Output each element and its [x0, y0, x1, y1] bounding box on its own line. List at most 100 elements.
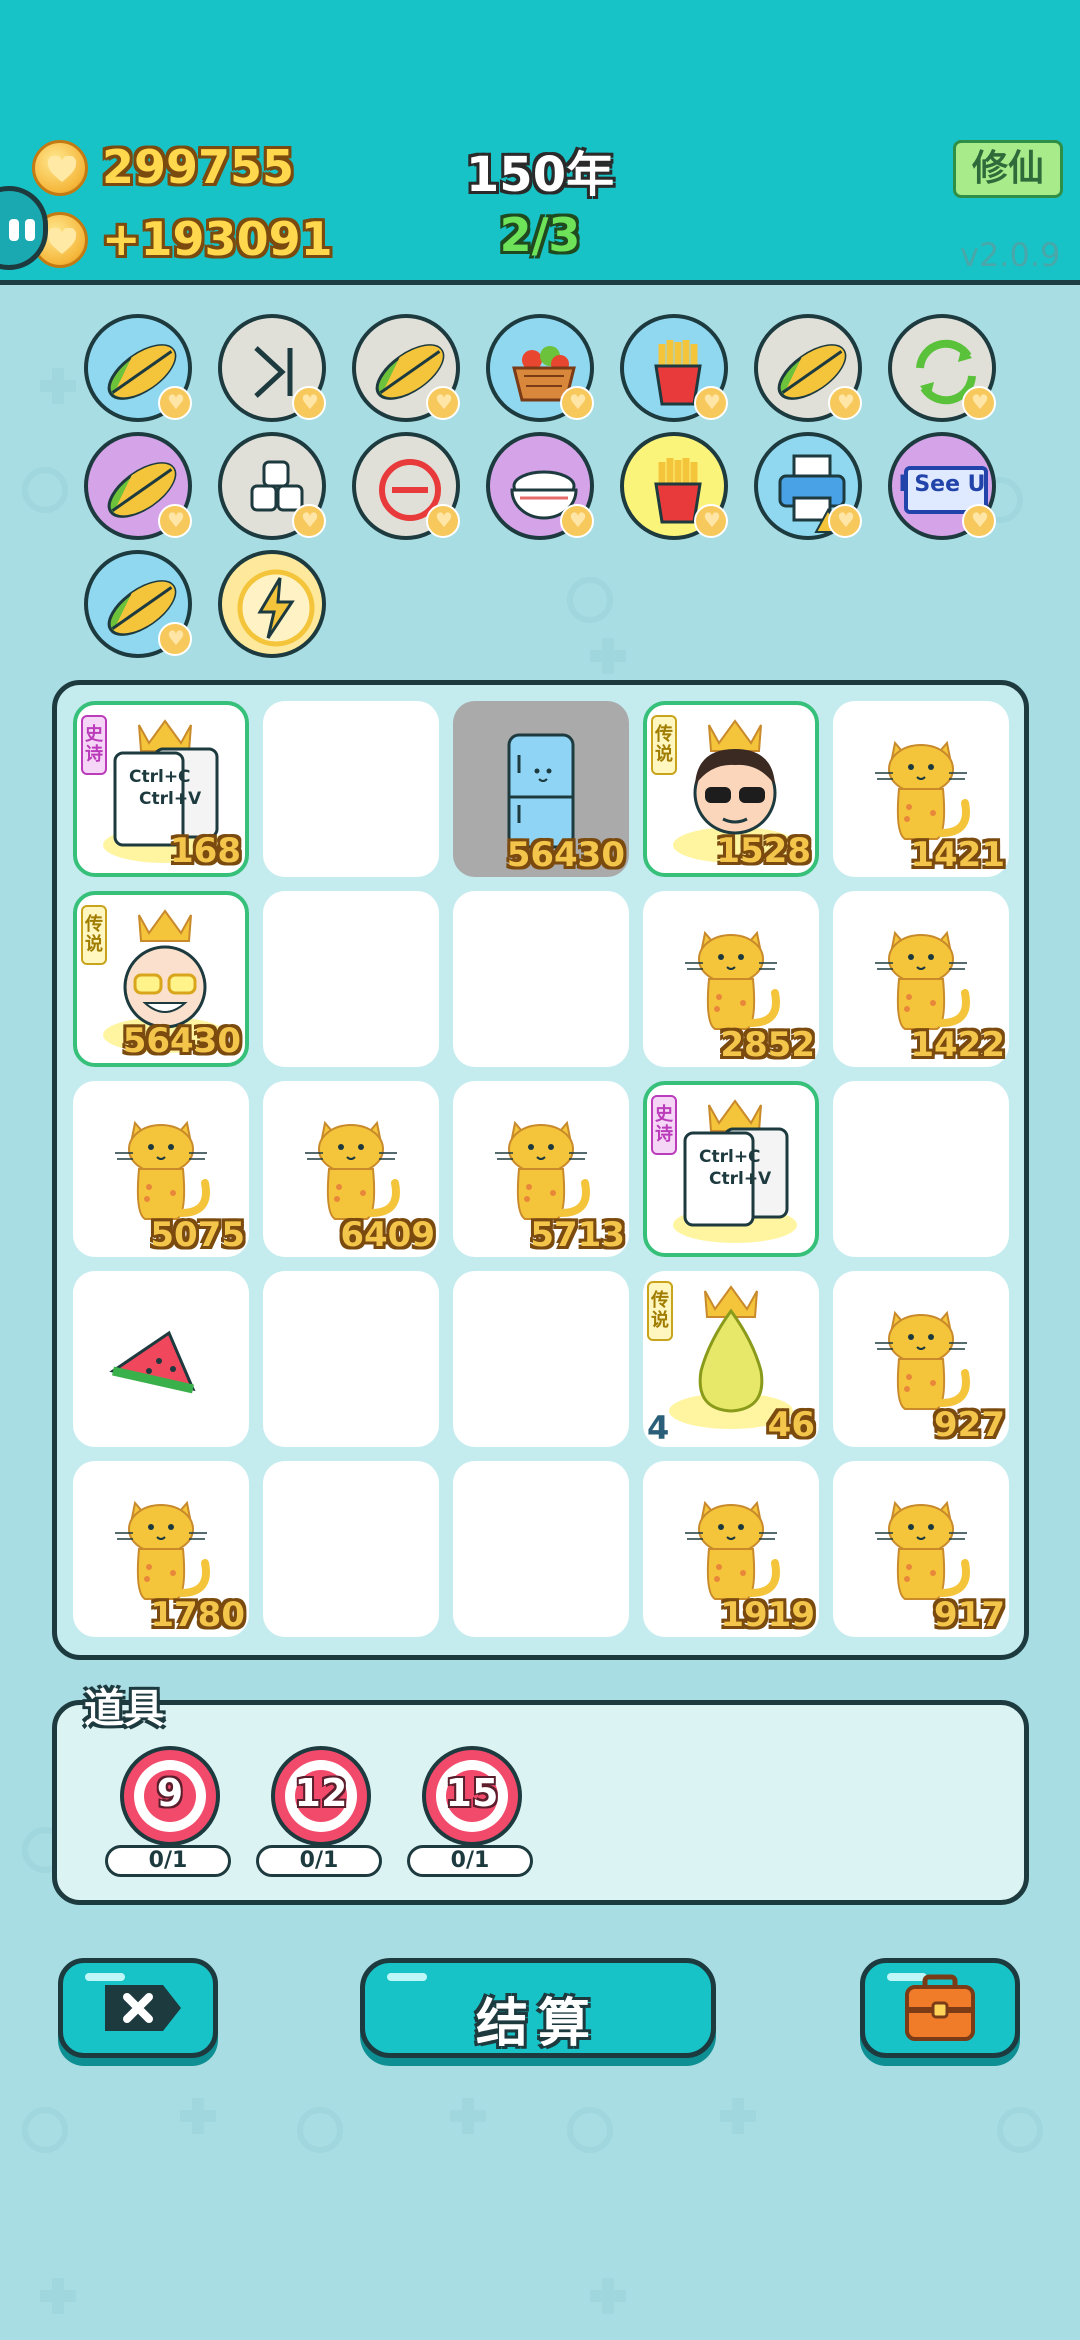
props-title: 道具: [84, 1686, 164, 1732]
relic-rice-bowl-icon[interactable]: [486, 432, 594, 540]
slot-grandpa[interactable]: 传说 56430: [73, 891, 249, 1067]
slot-value: 1421: [910, 835, 1005, 875]
xiuxian-button[interactable]: 修仙: [953, 140, 1063, 198]
rarity-tag: 传说: [647, 1281, 673, 1341]
stage-counter: 2/3: [499, 208, 581, 262]
slot-boss-sunglasses[interactable]: 传说 1528: [643, 701, 819, 877]
heart-badge-icon: [292, 504, 326, 538]
empty-slot[interactable]: [453, 1271, 629, 1447]
prop-item[interactable]: 15 0/1: [407, 1745, 537, 1885]
empty-slot[interactable]: [453, 1461, 629, 1637]
relic-leaf-icon[interactable]: [84, 314, 192, 422]
slot-count: 4: [647, 1409, 670, 1447]
slot-cat[interactable]: 1422: [833, 891, 1009, 1067]
coins-total: 299755: [102, 140, 295, 194]
slot-cat[interactable]: 1919: [643, 1461, 819, 1637]
slot-value: 1780: [150, 1595, 245, 1635]
relic-french-fries-icon[interactable]: [620, 314, 728, 422]
slot-value: 56430: [506, 835, 625, 875]
coin-icon: [32, 140, 88, 196]
heart-badge-icon: [962, 504, 996, 538]
heart-badge-icon: [560, 504, 594, 538]
relic-skip-forward-icon[interactable]: [218, 314, 326, 422]
rarity-tag: 传说: [81, 905, 107, 965]
empty-slot[interactable]: [453, 891, 629, 1067]
watermelon-icon: [109, 1330, 196, 1394]
heart-badge-icon: [560, 386, 594, 420]
relic-leaf-icon[interactable]: [352, 314, 460, 422]
slot-value: 917: [934, 1595, 1005, 1635]
heart-badge-icon: [694, 386, 728, 420]
inventory-button[interactable]: [860, 1958, 1020, 2058]
empty-slot[interactable]: [263, 891, 439, 1067]
slot-cat[interactable]: 5713: [453, 1081, 629, 1257]
empty-slot[interactable]: [263, 1461, 439, 1637]
relic-lightning-icon[interactable]: [218, 550, 326, 658]
settle-label: 结算: [475, 1994, 600, 2054]
relic-refresh-icon[interactable]: [888, 314, 996, 422]
slot-value: 1422: [910, 1025, 1005, 1065]
slot-value: 168: [170, 831, 241, 871]
heart-badge-icon: [426, 504, 460, 538]
rarity-tag: 史诗: [81, 715, 107, 775]
slot-value: 1919: [720, 1595, 815, 1635]
rarity-tag: 史诗: [651, 1095, 677, 1155]
slot-value: 2852: [720, 1025, 815, 1065]
relic-minus-circle-icon[interactable]: [352, 432, 460, 540]
copy-text: Ctrl+C: [129, 767, 191, 787]
slot-copy-paste[interactable]: Ctrl+C Ctrl+V 史诗: [643, 1081, 819, 1257]
exit-button[interactable]: [58, 1958, 218, 2058]
heart-badge-icon: [828, 386, 862, 420]
relic-leaf-icon[interactable]: [84, 432, 192, 540]
empty-slot[interactable]: [833, 1081, 1009, 1257]
top-bar: 299755 +193091 150年 2/3 修仙 v2.0.9: [0, 0, 1080, 285]
slot-value: 6409: [340, 1215, 435, 1255]
slot-cat[interactable]: 1421: [833, 701, 1009, 877]
relic-sugar-cubes-icon[interactable]: [218, 432, 326, 540]
heart-badge-icon: [962, 386, 996, 420]
heart-badge-icon: [158, 504, 192, 538]
settle-button[interactable]: 结算: [360, 1958, 716, 2058]
heart-badge-icon: [828, 504, 862, 538]
prop-number: 12: [294, 1771, 348, 1815]
prop-item[interactable]: 12 0/1: [256, 1745, 386, 1885]
paste-text: Ctrl+V: [139, 789, 202, 809]
relic-fruit-basket-icon[interactable]: [486, 314, 594, 422]
paste-text: Ctrl+V: [709, 1169, 772, 1189]
slot-value: 46: [767, 1405, 815, 1445]
copy-text: Ctrl+C: [699, 1147, 761, 1167]
close-tag-icon: [105, 1985, 181, 2031]
prop-count: 0/1: [256, 1845, 382, 1877]
lightning-icon: [237, 569, 315, 647]
slot-copy-paste[interactable]: Ctrl+C Ctrl+V 史诗 168: [73, 701, 249, 877]
prop-item[interactable]: 9 0/1: [105, 1745, 235, 1885]
slot-watermelon[interactable]: [73, 1271, 249, 1447]
slot-cat[interactable]: 927: [833, 1271, 1009, 1447]
slot-cat[interactable]: 5075: [73, 1081, 249, 1257]
slot-cat[interactable]: 2852: [643, 891, 819, 1067]
relic-i-see-u-icon[interactable]: I See U: [888, 432, 996, 540]
briefcase-icon: [905, 1974, 975, 2041]
heart-badge-icon: [426, 386, 460, 420]
relic-leaf-icon[interactable]: [84, 550, 192, 658]
version-label: v2.0.9: [960, 236, 1061, 274]
income-text: +193091: [102, 212, 333, 266]
heart-badge-icon: [158, 386, 192, 420]
slot-value: 927: [934, 1405, 1005, 1445]
heart-badge-icon: [694, 504, 728, 538]
slot-pear[interactable]: 传说 46 4: [643, 1271, 819, 1447]
relic-printer-icon[interactable]: [754, 432, 862, 540]
heart-badge-icon: [158, 622, 192, 656]
empty-slot[interactable]: [263, 1271, 439, 1447]
prop-count: 0/1: [105, 1845, 231, 1877]
empty-slot[interactable]: [263, 701, 439, 877]
slot-cat[interactable]: 917: [833, 1461, 1009, 1637]
slot-board: Ctrl+C Ctrl+V 史诗 168 56430 传说 1528 1421 传说 56430 2…: [52, 680, 1029, 1660]
slot-cat[interactable]: 1780: [73, 1461, 249, 1637]
heart-badge-icon: [292, 386, 326, 420]
slot-fridge[interactable]: 56430: [453, 701, 629, 877]
relic-leaf-icon[interactable]: [754, 314, 862, 422]
relic-french-fries-icon[interactable]: [620, 432, 728, 540]
slot-cat[interactable]: 6409: [263, 1081, 439, 1257]
year-counter: 150年: [465, 147, 615, 203]
